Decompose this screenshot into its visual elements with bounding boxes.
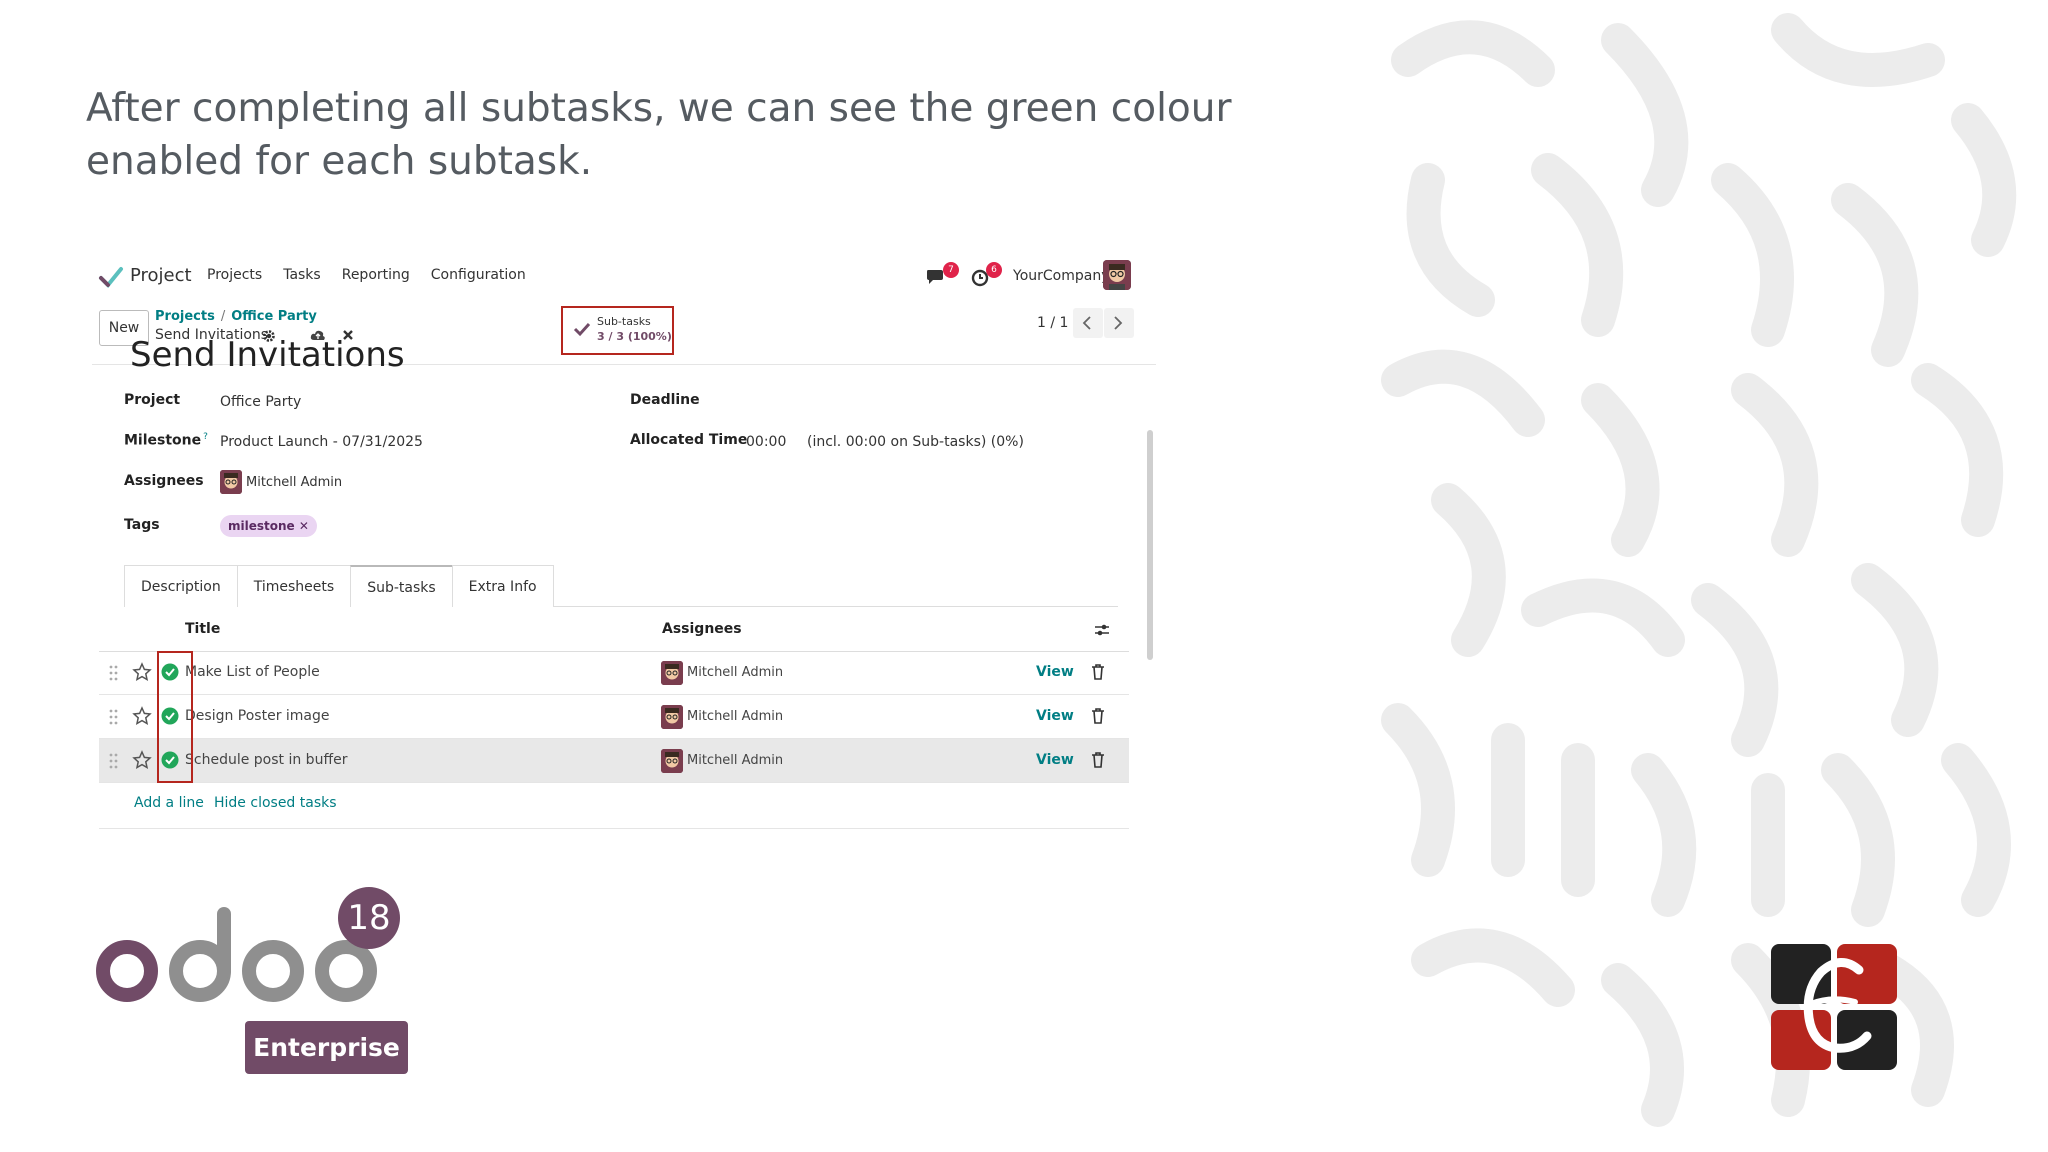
- decorative-pattern: [1368, 0, 2048, 1152]
- odoo-screenshot: Project Projects Tasks Reporting Configu…: [92, 252, 1156, 842]
- menu-reporting[interactable]: Reporting: [342, 267, 410, 283]
- subtasks-smart-button[interactable]: Sub-tasks 3 / 3 (100%): [561, 306, 674, 355]
- assignee-avatar: [661, 749, 683, 773]
- subtask-assignee[interactable]: Mitchell Admin: [687, 753, 783, 768]
- subtask-assignee[interactable]: Mitchell Admin: [687, 665, 783, 680]
- view-button[interactable]: View: [1036, 664, 1074, 680]
- column-assignees[interactable]: Assignees: [662, 621, 742, 637]
- add-line-link[interactable]: Add a line: [134, 795, 204, 811]
- star-icon[interactable]: [132, 750, 152, 770]
- column-title[interactable]: Title: [185, 621, 220, 637]
- assignee-avatar: [661, 705, 683, 729]
- version-badge: 18: [338, 887, 400, 949]
- chevron-right-icon: [1114, 316, 1123, 330]
- divider: [99, 828, 1129, 829]
- trash-icon[interactable]: [1091, 708, 1105, 724]
- navbar-systray: 7 6 YourCompany: [916, 260, 1156, 292]
- company-logo: [1771, 944, 1897, 1070]
- smart-button-value: 3 / 3 (100%): [597, 330, 672, 343]
- smart-button-label: Sub-tasks: [597, 315, 651, 328]
- done-column-highlight: [157, 651, 193, 783]
- menu-projects[interactable]: Projects: [207, 267, 262, 283]
- assignee-avatar: [220, 470, 242, 494]
- assignees-field[interactable]: Mitchell Admin: [246, 475, 342, 490]
- tab-sub-tasks[interactable]: Sub-tasks: [350, 565, 453, 607]
- menu-tasks[interactable]: Tasks: [283, 267, 321, 283]
- slide-caption: After completing all subtasks, we can se…: [86, 86, 1232, 184]
- table-row[interactable]: Design Poster image Mitchell Admin View: [99, 695, 1129, 739]
- help-icon[interactable]: ?: [203, 432, 208, 442]
- breadcrumb-office-party[interactable]: Office Party: [231, 309, 317, 324]
- view-button[interactable]: View: [1036, 708, 1074, 724]
- notebook-tabs: Description Timesheets Sub-tasks Extra I…: [124, 565, 1118, 607]
- check-icon: [573, 322, 591, 337]
- trash-icon[interactable]: [1091, 752, 1105, 768]
- hide-closed-tasks-link[interactable]: Hide closed tasks: [214, 795, 337, 811]
- milestone-field[interactable]: Product Launch - 07/31/2025: [220, 434, 423, 450]
- pager-next-button[interactable]: [1104, 308, 1134, 338]
- activity-badge: 6: [986, 262, 1002, 278]
- drag-handle-icon[interactable]: [109, 753, 119, 769]
- deadline-label: Deadline: [630, 392, 700, 408]
- breadcrumb: Projects / Office Party: [155, 309, 317, 324]
- app-name[interactable]: Project: [130, 265, 192, 286]
- scroll-thumb[interactable]: [1147, 430, 1153, 660]
- pager-value[interactable]: 1 / 1: [1037, 315, 1068, 331]
- chat-badge: 7: [943, 262, 959, 278]
- assignees-label: Assignees: [124, 473, 204, 489]
- allocated-time-label: Allocated Time: [630, 432, 748, 448]
- drag-handle-icon[interactable]: [109, 709, 119, 725]
- breadcrumb-separator: /: [220, 309, 226, 324]
- main-menu: Projects Tasks Reporting Configuration: [207, 267, 547, 283]
- table-row[interactable]: Make List of People Mitchell Admin View: [99, 651, 1129, 695]
- optional-columns-icon[interactable]: [1094, 622, 1110, 638]
- subtask-title[interactable]: Design Poster image: [185, 708, 330, 724]
- project-label: Project: [124, 392, 181, 408]
- assignee-avatar: [661, 661, 683, 685]
- breadcrumb-projects[interactable]: Projects: [155, 309, 215, 324]
- tags-label: Tags: [124, 517, 160, 533]
- project-field[interactable]: Office Party: [220, 394, 301, 410]
- subtask-title[interactable]: Make List of People: [185, 664, 320, 680]
- view-button[interactable]: View: [1036, 752, 1074, 768]
- subtask-assignee[interactable]: Mitchell Admin: [687, 709, 783, 724]
- user-avatar[interactable]: [1103, 260, 1131, 290]
- scrollbar[interactable]: [1144, 364, 1154, 842]
- tab-description[interactable]: Description: [124, 565, 238, 607]
- task-title[interactable]: Send Invitations: [130, 335, 405, 375]
- chevron-left-icon: [1082, 316, 1091, 330]
- allocated-time-note: (incl. 00:00 on Sub-tasks) (0%): [807, 434, 1024, 450]
- menu-configuration[interactable]: Configuration: [431, 267, 526, 283]
- tag-milestone[interactable]: milestone ✕: [220, 515, 317, 537]
- project-app-icon[interactable]: [98, 264, 124, 290]
- star-icon[interactable]: [132, 706, 152, 726]
- company-switcher[interactable]: YourCompany: [1013, 268, 1110, 284]
- table-row[interactable]: Schedule post in buffer Mitchell Admin V…: [99, 739, 1129, 783]
- milestone-label: Milestone?: [124, 432, 208, 449]
- remove-tag-icon[interactable]: ✕: [299, 519, 309, 533]
- tab-timesheets[interactable]: Timesheets: [236, 565, 352, 607]
- subtasks-list-header: Title Assignees: [99, 608, 1129, 652]
- star-icon[interactable]: [132, 662, 152, 682]
- tab-extra-info[interactable]: Extra Info: [451, 565, 554, 607]
- subtask-title[interactable]: Schedule post in buffer: [185, 752, 347, 768]
- allocated-time-field[interactable]: 00:00: [746, 434, 786, 450]
- pager-previous-button[interactable]: [1073, 308, 1103, 338]
- trash-icon[interactable]: [1091, 664, 1105, 680]
- enterprise-badge: Enterprise: [245, 1021, 408, 1074]
- drag-handle-icon[interactable]: [109, 665, 119, 681]
